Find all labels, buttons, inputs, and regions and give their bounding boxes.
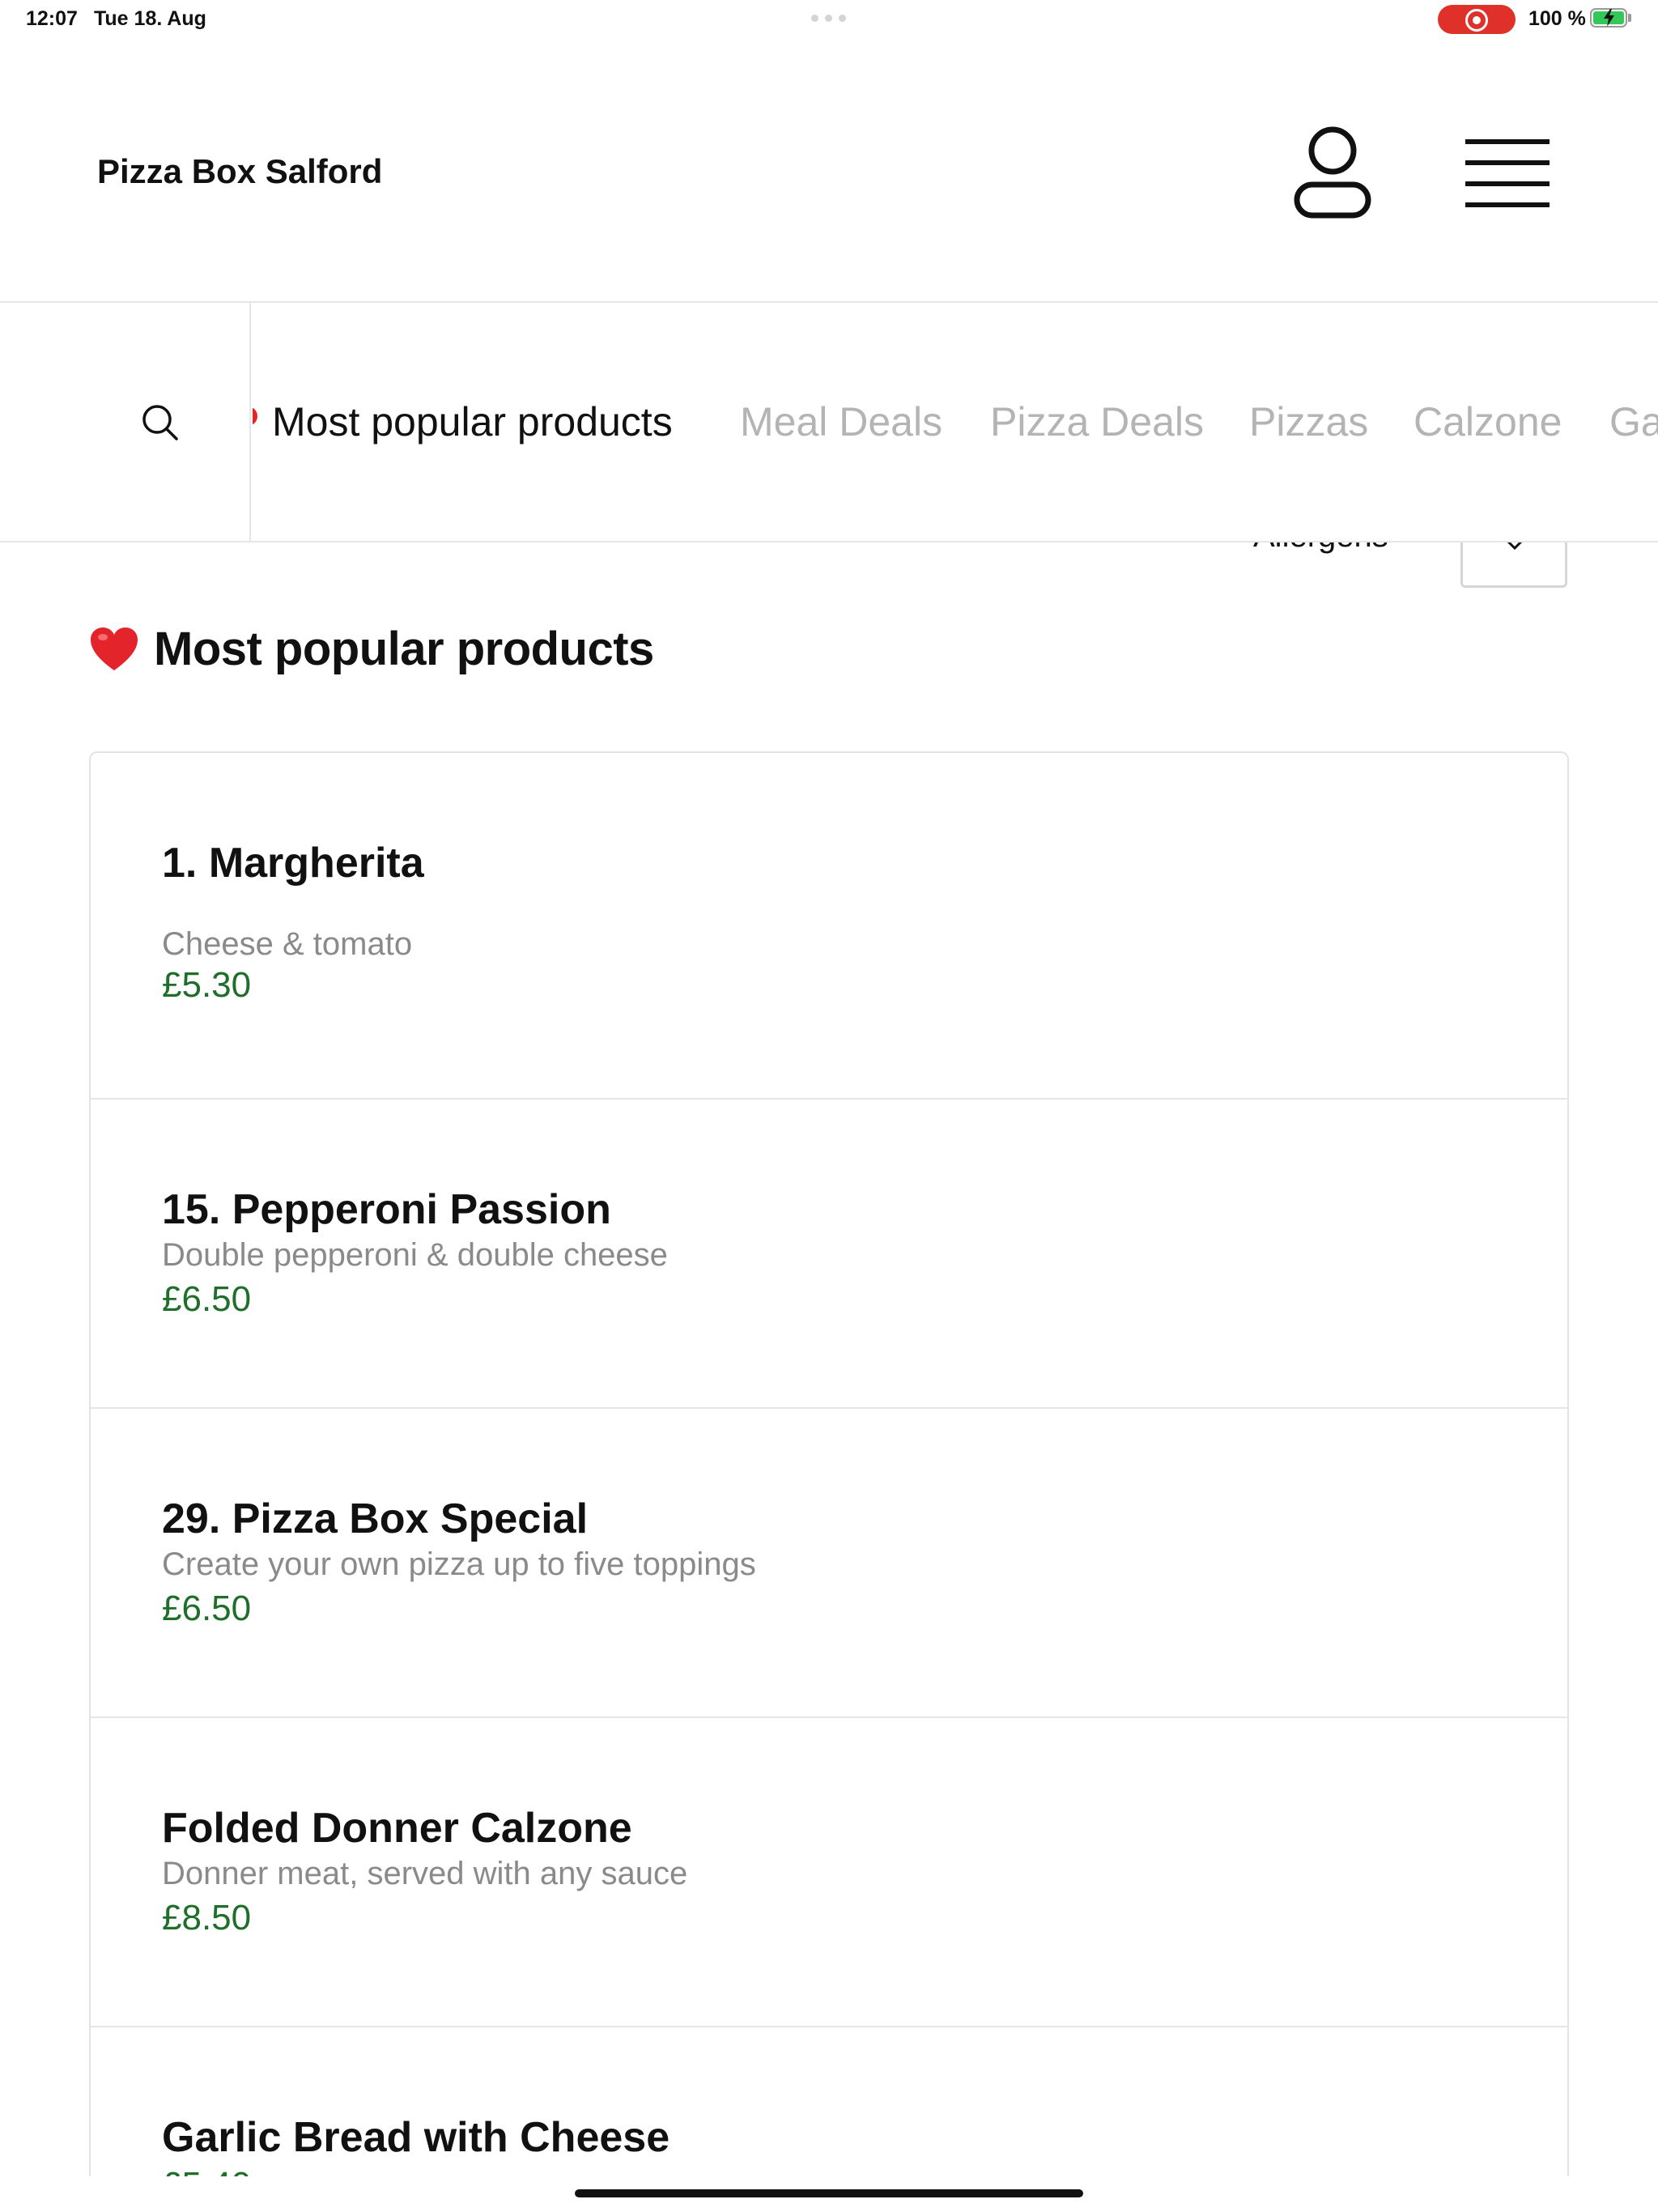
section-title: Most popular products (154, 623, 654, 675)
multitasking-dots-icon[interactable] (811, 15, 846, 22)
screen-recording-icon[interactable] (1438, 5, 1516, 34)
heart-icon (253, 406, 257, 426)
product-item[interactable]: 1. Margherita Cheese & tomato £5.30 (91, 753, 1567, 1100)
product-list: 1. Margherita Cheese & tomato £5.30 15. … (89, 751, 1569, 2176)
app-screen: 12:07 Tue 18. Aug 100 % Pizza Box Salfor… (0, 0, 1658, 2212)
menu-button[interactable] (1465, 136, 1550, 209)
battery-cap (1628, 14, 1631, 22)
product-item[interactable]: 15. Pepperoni Passion Double pepperoni &… (91, 1100, 1567, 1409)
account-button[interactable] (1292, 125, 1373, 222)
category-tabs: Most popular products Meal Deals Pizza D… (253, 303, 1658, 541)
product-description: Double pepperoni & double cheese (162, 1237, 668, 1273)
product-description: Create your own pizza up to five topping… (162, 1546, 756, 1582)
product-item[interactable]: Garlic Bread with Cheese £5.40 (91, 2027, 1567, 2176)
tab-pizzas[interactable]: Pizzas (1249, 398, 1368, 445)
status-date: Tue 18. Aug (94, 7, 206, 30)
battery-percentage: 100 % (1528, 7, 1586, 30)
status-time: 12:07 (26, 7, 78, 30)
product-name: 1. Margherita (162, 840, 424, 887)
status-bar: 12:07 Tue 18. Aug 100 % (0, 0, 1658, 39)
home-indicator[interactable] (575, 2189, 1083, 2197)
search-icon (142, 405, 178, 440)
tab-calzone[interactable]: Calzone (1414, 398, 1562, 445)
hamburger-menu-icon (1465, 139, 1550, 207)
tab-pizza-deals[interactable]: Pizza Deals (990, 398, 1204, 445)
battery-icon (1590, 8, 1627, 28)
product-price: £5.30 (162, 965, 252, 1005)
product-name: Garlic Bread with Cheese (162, 2114, 670, 2161)
product-item[interactable]: Folded Donner Calzone Donner meat, serve… (91, 1718, 1567, 2027)
product-name: 29. Pizza Box Special (162, 1495, 589, 1542)
product-price: £5.40 (162, 2165, 251, 2176)
tab-most-popular[interactable]: Most popular products (272, 398, 673, 445)
product-name: 15. Pepperoni Passion (162, 1186, 611, 1233)
product-name: Folded Donner Calzone (162, 1805, 632, 1852)
product-description: Cheese & tomato (162, 926, 413, 962)
product-price: £6.50 (162, 1279, 252, 1319)
search-button[interactable] (0, 303, 251, 541)
app-header: Pizza Box Salford (0, 39, 1658, 303)
product-description: Donner meat, served with any sauce (162, 1856, 688, 1891)
tab-meal-deals[interactable]: Meal Deals (740, 398, 942, 445)
heart-icon (89, 626, 139, 673)
section-heading: Most popular products (89, 622, 654, 676)
product-price: £8.50 (162, 1898, 252, 1938)
product-price: £6.50 (162, 1589, 252, 1628)
user-icon (1294, 126, 1371, 219)
category-nav: Most popular products Meal Deals Pizza D… (0, 303, 1658, 542)
restaurant-name[interactable]: Pizza Box Salford (97, 152, 382, 191)
product-item[interactable]: 29. Pizza Box Special Create your own pi… (91, 1409, 1567, 1718)
tab-garlic-partial[interactable]: Ga (1609, 398, 1658, 445)
